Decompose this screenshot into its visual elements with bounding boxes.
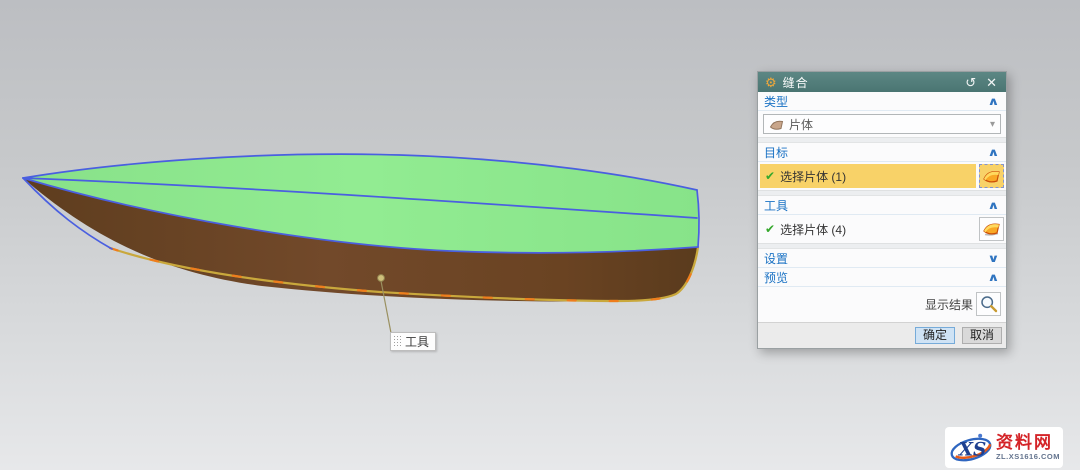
gear-icon: ⚙ (765, 76, 777, 89)
magnifier-icon (980, 295, 998, 313)
section-header-tool[interactable]: 工具 ∧ (758, 196, 1006, 215)
section-header-type[interactable]: 类型 ∧ (758, 92, 1006, 111)
check-icon: ✔ (765, 169, 775, 183)
section-header-settings[interactable]: 设置 ∨ (758, 249, 1006, 268)
sheet-body-icon (769, 118, 784, 131)
chevron-down-icon[interactable]: ∨ (987, 252, 999, 265)
chevron-down-caret-icon: ▾ (990, 119, 995, 130)
tooltip-handle-ball[interactable] (378, 275, 385, 282)
type-dropdown-value: 片体 (789, 116, 813, 133)
tool-select-row[interactable]: ✔ 选择片体 (4) (760, 217, 976, 241)
tool-select-sheet-button[interactable] (979, 217, 1004, 241)
cancel-button[interactable]: 取消 (962, 327, 1002, 344)
close-icon[interactable]: ✕ (984, 76, 999, 89)
chevron-up-icon[interactable]: ∧ (987, 146, 999, 159)
target-select-row[interactable]: ✔ 选择片体 (1) (760, 164, 976, 188)
dialog-footer: 确定 取消 (758, 322, 1006, 348)
section-header-target[interactable]: 目标 ∧ (758, 143, 1006, 162)
section-label-tool: 工具 (764, 197, 788, 214)
reset-icon[interactable]: ↺ (963, 76, 978, 89)
watermark-site-name: 资料网 (996, 434, 1060, 451)
show-result-label: 显示结果 (925, 296, 973, 313)
chevron-up-icon[interactable]: ∧ (987, 95, 999, 108)
target-select-label: 选择片体 (1) (780, 168, 846, 185)
show-result-button[interactable] (976, 292, 1001, 316)
watermark-site-url: ZL.XS1616.COM (996, 453, 1060, 461)
model-annotation-tool[interactable]: 工具 (390, 332, 436, 351)
dialog-titlebar[interactable]: ⚙ 缝合 ↺ ✕ (758, 72, 1006, 92)
check-icon: ✔ (765, 222, 775, 236)
sheet-surface-icon (982, 221, 1001, 237)
sew-dialog: ⚙ 缝合 ↺ ✕ 类型 ∧ 片体 ▾ 目标 ∧ ✔ 选择片体 (1) (757, 71, 1007, 349)
watermark-badge: XS 资料网 ZL.XS1616.COM (945, 427, 1063, 468)
sheet-surface-icon (982, 168, 1001, 184)
tool-select-label: 选择片体 (4) (780, 221, 846, 238)
chevron-up-icon[interactable]: ∧ (987, 199, 999, 212)
target-select-sheet-button[interactable] (979, 164, 1004, 188)
xs-logo-text: XS (958, 439, 987, 460)
section-label-preview: 预览 (764, 269, 788, 286)
section-header-preview[interactable]: 预览 ∧ (758, 268, 1006, 287)
annotation-label: 工具 (401, 333, 435, 350)
xs-logo-icon: XS (948, 429, 994, 467)
section-label-settings: 设置 (764, 250, 788, 267)
section-label-target: 目标 (764, 144, 788, 161)
chevron-up-icon[interactable]: ∧ (987, 271, 999, 284)
drag-grip-icon[interactable] (393, 335, 401, 348)
dialog-title: 缝合 (783, 74, 958, 91)
section-label-type: 类型 (764, 93, 788, 110)
ok-button[interactable]: 确定 (915, 327, 955, 344)
type-dropdown[interactable]: 片体 ▾ (763, 114, 1001, 134)
